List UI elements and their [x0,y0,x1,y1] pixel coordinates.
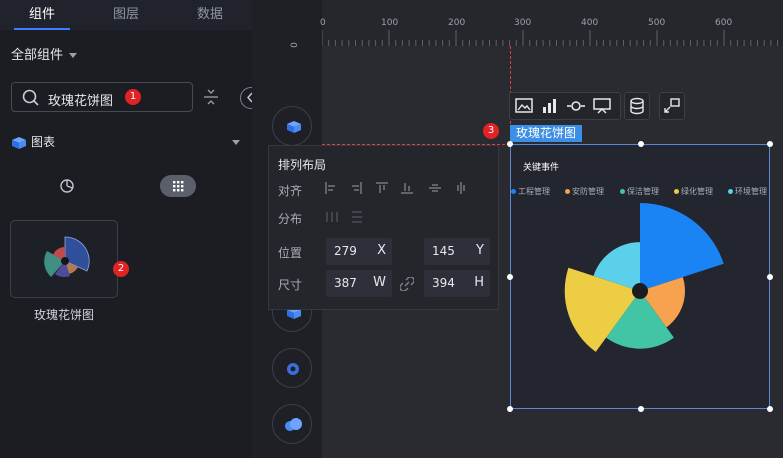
align-middle-icon[interactable] [429,182,441,194]
legend-label: 保洁管理 [627,187,659,196]
position-x-unit: X [377,243,386,258]
grid-view-toggle[interactable] [160,175,196,197]
size-h-value: 394 [432,276,455,290]
rose-center-hole [632,283,648,299]
resize-handle-b[interactable] [638,406,644,412]
ruler-top-label: 300 [514,18,532,28]
resize-handle-tr[interactable] [767,141,773,147]
size-h-field[interactable]: 394 H [424,270,490,297]
ruler-top-label: 400 [581,18,599,28]
distribute-horizontal-icon[interactable] [326,211,338,223]
ruler-top-label: 200 [448,18,466,28]
size-w-field[interactable]: 387 W [326,270,392,297]
resize-handle-t[interactable] [638,141,644,147]
rose-pie-thumbnail-icon [44,236,90,278]
ruler-left-label: 0 [289,42,300,48]
component-card-label: 玫瑰花饼图 [33,308,94,322]
position-x-value: 279 [334,244,357,258]
legend-dot [728,189,733,194]
step-badge-1: 1 [125,89,141,105]
align-top-icon[interactable] [376,182,388,194]
size-label: 尺寸 [278,278,303,292]
ruler-top: 0 100 200 300 400 500 600 [320,0,783,46]
chart-cube-icon [12,136,26,149]
panel-tabs: 组件 图层 数据 [0,0,252,30]
legend-dot [511,189,516,194]
map-pin-icon[interactable] [567,98,585,114]
ruler-top-label: 500 [648,18,666,28]
legend-dot [674,189,679,194]
legend-item[interactable]: 保洁管理 [620,186,659,197]
align-center-icon[interactable] [455,182,467,194]
position-y-unit: Y [476,243,484,258]
link-icon[interactable] [400,277,414,291]
category-label: 图表 [31,135,56,149]
tab-layers[interactable]: 图层 [84,0,168,30]
legend-dot [620,189,625,194]
size-w-unit: W [373,275,386,290]
legend-dot [565,189,570,194]
category-charts[interactable]: 图表 [11,133,55,150]
align-bottom-icon[interactable] [401,182,413,194]
chart-title: 关键事件 [523,163,560,173]
step-badge-2: 2 [113,261,129,277]
legend-label: 安防管理 [572,187,604,196]
resize-handle-bl[interactable] [507,406,513,412]
all-components-label: 全部组件 [11,48,64,63]
legend-item[interactable]: 绿化管理 [674,186,713,197]
resize-handle-br[interactable] [767,406,773,412]
distribute-label: 分布 [278,212,303,226]
tab-components[interactable]: 组件 [0,0,84,30]
chart-legend: 工程管理 安防管理 保洁管理 绿化管理 环境管理 [510,186,772,198]
presentation-icon[interactable] [593,98,611,114]
chart-cube-icon [287,121,301,133]
legend-item[interactable]: 安防管理 [565,186,604,197]
ruler-top-label: 100 [381,18,399,28]
search-input[interactable]: 玫瑰花饼图 1 [11,82,193,112]
legend-label: 工程管理 [518,187,550,196]
align-left-icon[interactable] [325,182,337,194]
legend-item[interactable]: 工程管理 [511,186,550,197]
align-right-icon[interactable] [350,182,362,194]
gear-chart-icon [287,363,299,375]
ruler-top-label: 0 [320,18,326,28]
step-badge-3: 3 [483,123,499,139]
tab-data[interactable]: 数据 [168,0,252,30]
legend-label: 绿化管理 [681,187,713,196]
position-y-value: 145 [432,244,455,258]
caret-down-icon [69,53,78,58]
position-label: 位置 [278,246,303,260]
category-caret-icon[interactable] [232,140,240,145]
legend-label: 环境管理 [735,187,767,196]
layer-thumb-1[interactable] [272,106,312,146]
layer-thumb-4[interactable] [272,404,312,444]
grid-icon [173,181,184,192]
ruler-top-label: 600 [715,18,733,28]
rose-pie-chart [564,203,724,352]
selection-label: 玫瑰花饼图 [510,125,583,142]
interaction-icon[interactable] [663,97,681,115]
position-y-field[interactable]: 145 Y [424,238,490,265]
position-x-field[interactable]: 279 X [326,238,392,265]
list-view-toggle[interactable] [49,175,85,197]
cloud-chart-icon [285,418,302,431]
database-icon[interactable] [628,97,646,115]
search-value: 玫瑰花饼图 [48,94,114,109]
align-label: 对齐 [278,184,303,198]
popup-title: 排列布局 [278,158,327,172]
collapse-all-icon[interactable] [202,88,220,106]
pie-view-icon [60,179,74,193]
distribute-vertical-icon[interactable] [351,211,363,223]
resize-handle-tl[interactable] [507,141,513,147]
layer-thumb-3[interactable] [272,348,312,388]
legend-item[interactable]: 环境管理 [728,186,767,197]
layout-popup: 排列布局 对齐 分布 位置 279 X 145 Y 尺寸 387 W 394 H [268,145,499,310]
image-icon[interactable] [515,98,533,114]
component-card-rose-pie[interactable]: 2 [10,220,129,298]
search-icon [22,89,39,106]
all-components-dropdown[interactable]: 全部组件 [11,44,78,63]
size-w-value: 387 [334,276,357,290]
size-h-unit: H [474,275,484,290]
bar-chart-icon[interactable] [541,98,559,114]
